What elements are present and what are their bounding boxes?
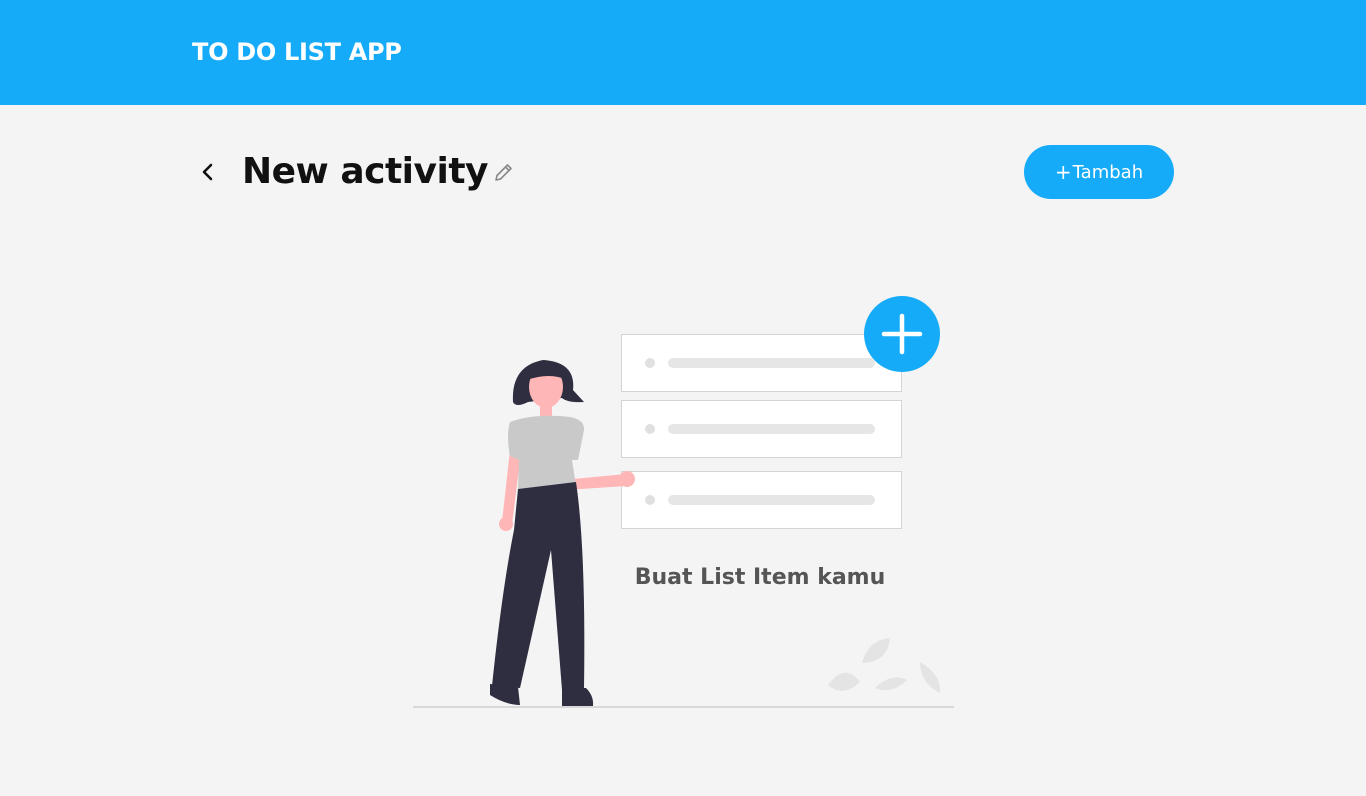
empty-state-message: Buat List Item kamu <box>634 565 886 590</box>
back-button[interactable] <box>192 156 224 188</box>
chevron-left-icon <box>202 163 213 181</box>
add-item-button[interactable]: + Tambah <box>1024 145 1174 199</box>
leaves-decoration <box>828 638 941 693</box>
todo-card-2 <box>621 400 902 458</box>
add-item-label: Tambah <box>1072 161 1144 183</box>
pencil-icon <box>495 164 512 181</box>
todo-card-3 <box>621 471 902 529</box>
woman-figure <box>490 360 635 706</box>
plus-icon: + <box>1054 160 1072 184</box>
empty-state-illustration[interactable] <box>410 290 960 715</box>
activity-title[interactable]: New activity <box>242 148 489 196</box>
app-title: TO DO LIST APP <box>192 38 402 66</box>
plus-circle-icon <box>864 296 940 372</box>
edit-title-button[interactable] <box>490 160 516 186</box>
woman-with-todo-list-illustration <box>413 296 954 708</box>
todo-card-1 <box>621 334 902 392</box>
app-header: TO DO LIST APP <box>0 0 1366 105</box>
